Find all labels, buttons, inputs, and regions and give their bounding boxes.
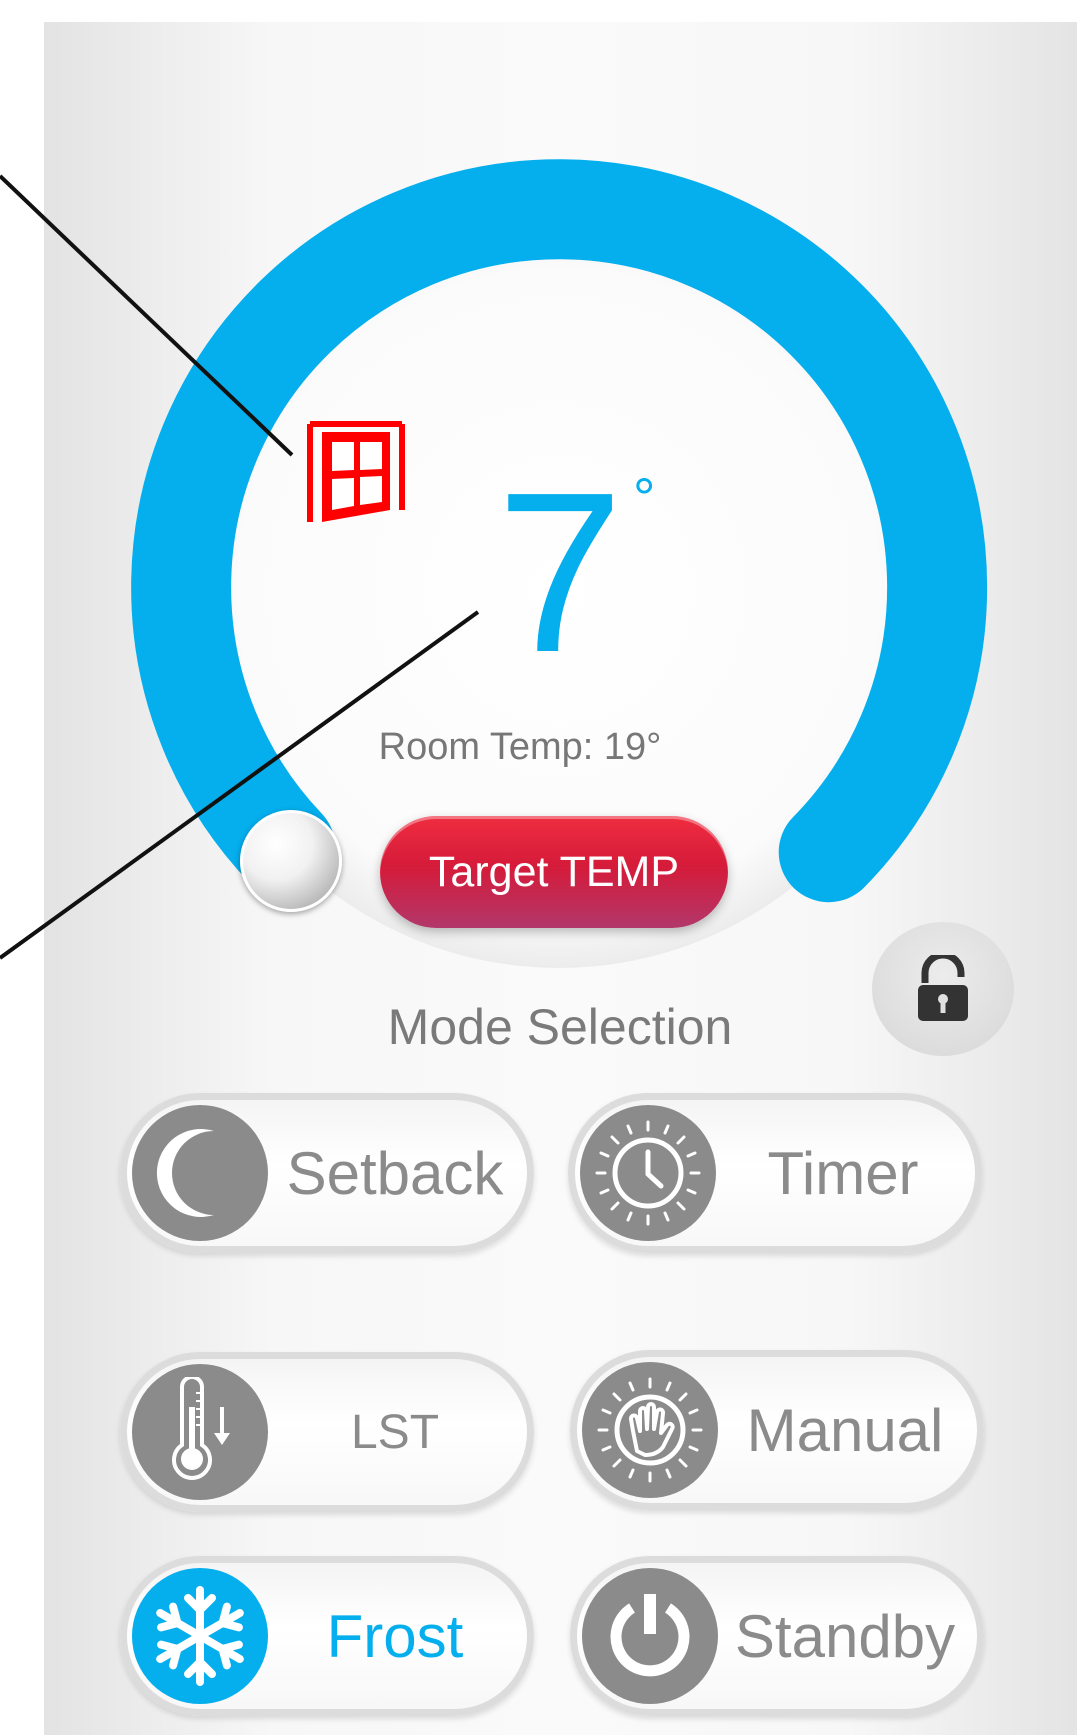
mode-selection-title: Mode Selection: [387, 999, 733, 1055]
mode-icon-container: [582, 1362, 718, 1498]
hand-icon: [597, 1377, 703, 1483]
mode-icon-container: [132, 1364, 268, 1500]
mode-button-lst[interactable]: LST: [120, 1352, 534, 1512]
mode-icon-container: [580, 1105, 716, 1241]
target-temperature-value: 7: [496, 446, 624, 700]
lock-button[interactable]: [872, 922, 1014, 1056]
mode-button-timer[interactable]: Timer: [568, 1093, 982, 1253]
thermometer-down-icon: [172, 1377, 230, 1480]
mode-button-setback[interactable]: Setback: [120, 1093, 534, 1253]
power-icon: [610, 1594, 690, 1677]
padlock-unlocked-icon: [918, 955, 968, 1021]
mode-button-frost[interactable]: Frost: [120, 1556, 534, 1716]
room-temperature-readout: Room Temp: 19°: [378, 726, 662, 768]
open-window-icon: [307, 421, 405, 522]
dial-slider-knob[interactable]: [240, 810, 342, 912]
screen: 7 ° Room Temp: 19° Target TEMP Mode Sele…: [0, 0, 1077, 1735]
mode-label-frost: Frost: [326, 1602, 464, 1670]
mode-button-standby[interactable]: Standby: [570, 1556, 984, 1716]
degree-symbol: °: [633, 466, 656, 529]
mode-label-manual: Manual: [746, 1396, 944, 1464]
snowflake-icon: [145, 1586, 255, 1691]
mode-button-manual[interactable]: Manual: [570, 1350, 984, 1510]
mode-icon-container: [582, 1568, 718, 1704]
mode-icon-container: [132, 1568, 268, 1704]
moon-icon: [156, 1129, 214, 1217]
mode-label-lst: LST: [350, 1405, 440, 1459]
mode-label-standby: Standby: [734, 1602, 956, 1670]
clock-icon: [595, 1120, 701, 1226]
target-temp-button[interactable]: Target TEMP: [380, 816, 728, 928]
mode-icon-container: [132, 1105, 268, 1241]
mode-label-timer: Timer: [767, 1139, 919, 1207]
mode-label-setback: Setback: [286, 1139, 504, 1207]
